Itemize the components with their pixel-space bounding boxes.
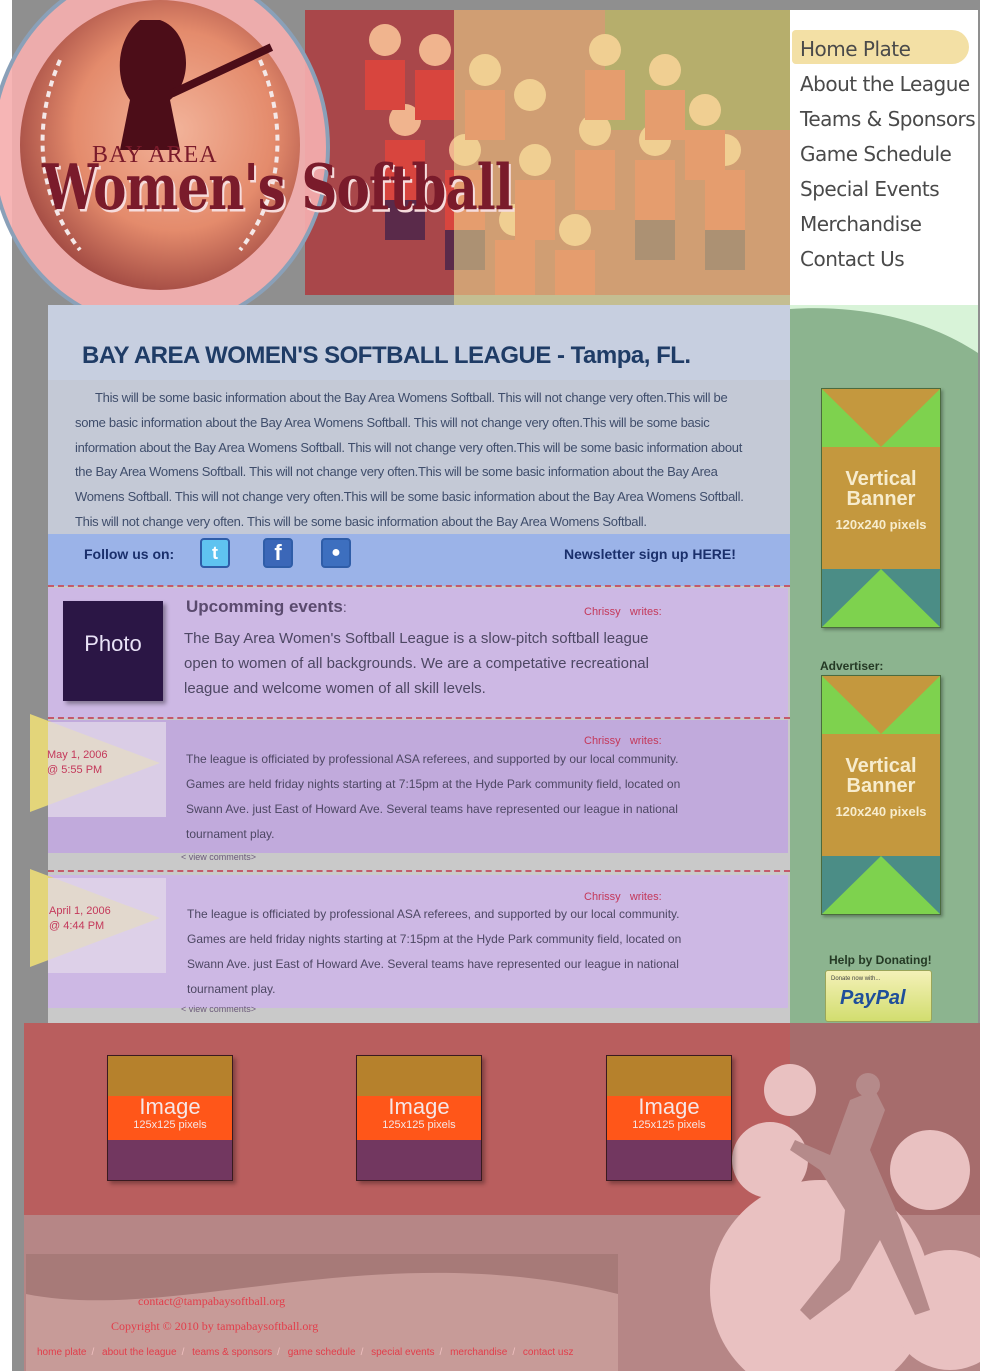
post-date: April 1, 2006 @ 4:44 PM — [49, 904, 111, 934]
advertiser-label: Advertiser: — [820, 659, 884, 673]
banner-bottom-triangle — [822, 569, 940, 627]
post-date-time: @ 5:55 PM — [47, 764, 103, 776]
banner-title-line2: Banner — [846, 488, 916, 510]
view-comments-link[interactable]: < view comments> — [181, 852, 256, 862]
paypal-donate-caption: Donate now with... — [831, 976, 881, 982]
view-comments-link[interactable]: < view comments> — [181, 1004, 256, 1014]
image-size: 125x125 pixels — [382, 1119, 456, 1131]
image-label: Image — [139, 1094, 201, 1119]
myspace-icon[interactable]: ● — [321, 538, 351, 568]
image-placeholder: Image 125x125 pixels — [606, 1055, 732, 1181]
event-author-line: Chrissy writes: — [584, 606, 662, 618]
nav-item-contact-us[interactable]: Contact Us — [800, 247, 905, 271]
newsletter-signup-link[interactable]: Newsletter sign up HERE! — [564, 546, 736, 562]
paypal-donate-button[interactable]: Donate now with... PayPal — [825, 970, 932, 1022]
vertical-banner-ad[interactable]: Vertical Banner 120x240 pixels — [821, 388, 941, 628]
footer-link-merchandise[interactable]: merchandise — [450, 1347, 507, 1358]
page-title: BAY AREA WOMEN'S SOFTBALL LEAGUE - Tampa… — [82, 342, 691, 369]
banner-title-line1: Vertical — [845, 468, 917, 490]
banner-title: Vertical Banner — [822, 756, 940, 796]
banner-top-triangle — [822, 676, 940, 734]
banner-title: Vertical Banner — [822, 469, 940, 509]
upcoming-events-heading: Upcomming events: — [186, 597, 347, 617]
footer-link-separator: / — [91, 1347, 95, 1358]
banner-top-triangle — [822, 389, 940, 447]
image-top-band — [357, 1056, 481, 1096]
footer-link-separator: / — [181, 1347, 185, 1358]
footer-link-separator: / — [360, 1347, 364, 1358]
footer-link-special-events[interactable]: special events — [371, 1347, 434, 1358]
image-bottom-band — [607, 1140, 731, 1180]
post-author: Chrissy — [584, 735, 621, 747]
logo-title-womens-softball: Women's Softball — [42, 150, 514, 224]
image-bottom-band — [357, 1140, 481, 1180]
contact-email-link[interactable]: contact@tampabaysoftball.org — [138, 1294, 285, 1309]
post-writes: writes: — [629, 735, 662, 747]
twitter-icon[interactable]: t — [200, 538, 230, 568]
banner-bottom-triangle — [822, 856, 940, 914]
banner-size: 120x240 pixels — [835, 804, 927, 819]
upcoming-events-heading-text: Upcomming events — [186, 597, 343, 616]
donate-label: Help by Donating! — [829, 953, 932, 967]
banner-title-line1: Vertical — [845, 755, 917, 777]
intro-paragraph: This will be some basic information abou… — [75, 390, 744, 529]
vertical-banner-ad[interactable]: Vertical Banner 120x240 pixels — [821, 675, 941, 915]
upcoming-events-heading-colon: : — [342, 599, 347, 615]
banner-title-line2: Banner — [846, 775, 916, 797]
follow-us-label: Follow us on: — [84, 546, 175, 562]
footer-link-separator: / — [439, 1347, 443, 1358]
post-date-day: May 1, 2006 — [47, 749, 108, 761]
image-top-band — [607, 1056, 731, 1096]
nav-item-teams-sponsors[interactable]: Teams & Sponsors — [800, 107, 976, 131]
post-text: The league is officiated by professional… — [187, 907, 682, 996]
image-label: Image — [638, 1094, 700, 1119]
event-author: Chrissy — [584, 606, 621, 618]
softball-player-silhouette-icon — [710, 1064, 980, 1371]
footer-link-game-schedule[interactable]: game schedule — [288, 1347, 356, 1358]
footer-link-about-the-league[interactable]: about the league — [102, 1347, 177, 1358]
banner-size: 120x240 pixels — [835, 517, 927, 532]
image-size: 125x125 pixels — [632, 1119, 706, 1131]
nav-item-home-plate[interactable]: Home Plate — [800, 37, 911, 61]
post-date-time: @ 4:44 PM — [49, 920, 105, 932]
event-writes: writes: — [629, 606, 662, 618]
post-author-line: Chrissy writes: — [584, 735, 662, 747]
image-placeholder: Image 125x125 pixels — [356, 1055, 482, 1181]
footer-link-teams-sponsors[interactable]: teams & sponsors — [192, 1347, 272, 1358]
sidebar-wave-decoration — [790, 305, 978, 353]
event-photo-placeholder: Photo — [63, 601, 163, 701]
nav-item-about-the-league[interactable]: About the League — [800, 72, 970, 96]
nav-item-special-events[interactable]: Special Events — [800, 177, 940, 201]
nav-item-game-schedule[interactable]: Game Schedule — [800, 142, 952, 166]
footer-link-home-plate[interactable]: home plate — [37, 1347, 86, 1358]
facebook-icon[interactable]: f — [263, 538, 293, 568]
event-lead-text: The Bay Area Women's Softball League is … — [184, 630, 649, 697]
image-bottom-band — [108, 1140, 232, 1180]
section-divider — [48, 585, 790, 587]
post-date-day: April 1, 2006 — [49, 905, 111, 917]
image-size: 125x125 pixels — [133, 1119, 207, 1131]
paypal-logo: PayPal — [840, 987, 906, 1009]
nav-item-merchandise[interactable]: Merchandise — [800, 212, 922, 236]
footer-link-separator: / — [277, 1347, 280, 1358]
footer-link-contact-us[interactable]: contact usz — [523, 1347, 574, 1358]
post-text: The league is officiated by professional… — [186, 752, 681, 841]
copyright-text: Copyright © 2010 by tampabaysoftball.org — [111, 1319, 319, 1333]
image-label: Image — [388, 1094, 450, 1119]
footer-nav: home plate / about the league / teams & sp… — [37, 1347, 573, 1358]
image-top-band — [108, 1056, 232, 1096]
image-placeholder: Image 125x125 pixels — [107, 1055, 233, 1181]
footer-link-separator: / — [512, 1347, 516, 1358]
post-date: May 1, 2006 @ 5:55 PM — [47, 748, 108, 778]
